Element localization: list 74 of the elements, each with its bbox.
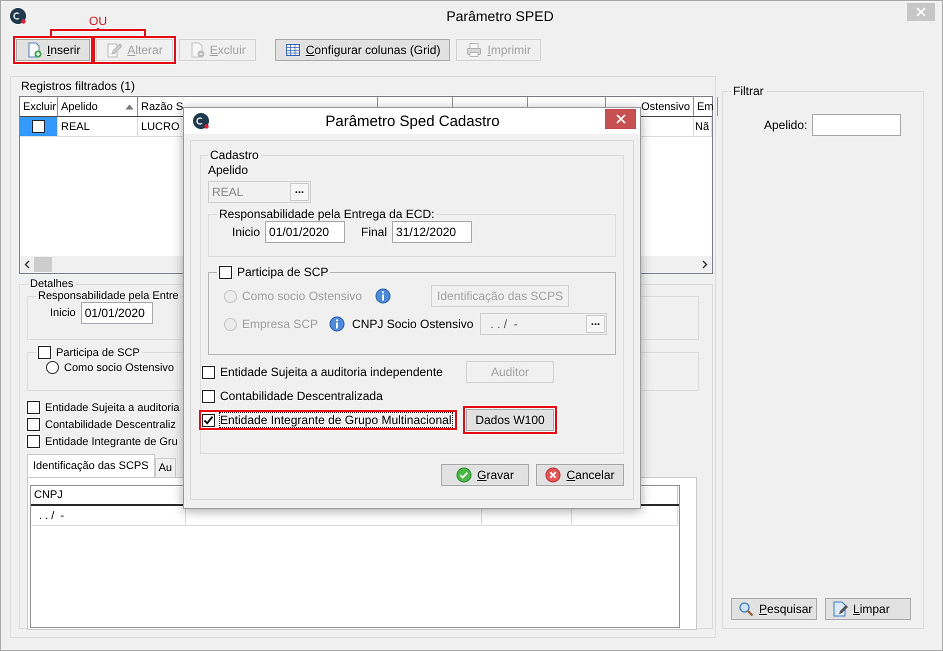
checkbox[interactable] — [27, 435, 40, 448]
date-field[interactable]: 01/01/2020 — [265, 221, 346, 243]
group-title: Detalhes — [29, 278, 74, 290]
field-label: Apelido: — [764, 118, 808, 132]
date-field[interactable]: 01/01/2020 — [80, 302, 153, 324]
date-field[interactable]: 31/12/2020 — [392, 221, 472, 243]
radio-button[interactable] — [46, 361, 59, 374]
clear-button[interactable]: Limpar — [825, 598, 911, 620]
radio-label: Como socio Ostensivo — [64, 362, 174, 374]
field-label: CNPJ Socio Ostensivo — [352, 317, 474, 331]
checkbox[interactable] — [27, 401, 40, 414]
info-icon — [375, 288, 392, 304]
search-button[interactable]: Pesquisar — [731, 598, 817, 620]
group-title: Filtrar — [732, 84, 765, 98]
new-button[interactable]: Inserir — [16, 39, 90, 61]
table-icon — [284, 42, 301, 58]
checkbox[interactable] — [27, 418, 40, 431]
checkbox-label: Participa de SCP — [237, 265, 328, 279]
checkbox-label: Entidade Sujeita a auditoria independente — [220, 365, 443, 379]
checkbox-label: Entidade Integrante de Grupo Multinacional — [220, 413, 452, 427]
column-header[interactable]: Apelido — [58, 97, 138, 116]
lookup-button[interactable]: ... — [586, 315, 605, 333]
checkbox[interactable] — [202, 366, 215, 378]
sort-arrow-icon — [125, 104, 134, 110]
cancel-button[interactable]: Cancelar — [536, 464, 624, 486]
cnpj-field[interactable]: . . / - ... — [480, 313, 607, 335]
tab[interactable]: Au — [154, 458, 176, 477]
checkbox[interactable] — [202, 414, 215, 426]
app-logo-icon — [192, 112, 210, 130]
radio-label: Como socio Ostensivo — [242, 289, 362, 303]
tab[interactable]: Identificação das SCPS — [27, 454, 155, 477]
cancel-circle-icon — [545, 467, 562, 483]
document-pencil-icon — [832, 601, 848, 617]
close-icon — [916, 6, 926, 16]
edit-document-icon — [106, 42, 122, 58]
grid-button[interactable]: Configurar colunas (Grid) — [274, 39, 450, 61]
close-icon — [616, 114, 626, 124]
group-title: Registros filtrados (1) — [21, 79, 136, 93]
annotation-label: OU — [89, 14, 107, 28]
table-cell: REAL — [58, 117, 138, 137]
text-field[interactable] — [812, 114, 902, 136]
close-button[interactable] — [605, 108, 636, 128]
checkbox[interactable] — [32, 120, 45, 133]
table-cell: . . / - — [31, 506, 186, 526]
checkbox-label: Participa de SCP — [56, 346, 140, 358]
group-title: Cadastro — [209, 148, 260, 162]
checkbox[interactable] — [38, 346, 51, 359]
window-title: Parâmetro SPED — [446, 8, 554, 24]
scrollbar-thumb[interactable] — [34, 257, 52, 272]
field-label: Inicio — [50, 307, 76, 319]
radio-label: Empresa SCP — [242, 317, 318, 331]
check-circle-icon — [456, 467, 472, 483]
search-icon — [738, 601, 754, 617]
app-logo-icon — [9, 6, 27, 24]
column-header[interactable]: Em — [694, 97, 718, 116]
field-label: Final — [361, 225, 388, 239]
info-icon — [329, 316, 346, 332]
group-title: Responsabilidade pela Entrega da ECD: — [218, 207, 436, 221]
checkbox-label: Contabilidade Descentraliz — [45, 418, 176, 430]
group-title: Responsabilidade pela Entre — [37, 290, 180, 302]
checkbox-label: Contabilidade Descentralizada — [220, 389, 383, 403]
new-document-icon — [26, 42, 42, 58]
checkbox[interactable] — [202, 390, 215, 402]
column-header[interactable]: Excluir — [20, 97, 58, 116]
data-button[interactable]: Dados W100 — [466, 409, 554, 431]
printer-icon — [466, 42, 482, 58]
field-label: Apelido — [208, 163, 250, 177]
checkbox-label: Entidade Sujeita a auditoria — [45, 402, 180, 414]
table-cell: Nã — [694, 117, 712, 137]
save-button[interactable]: Gravar — [441, 464, 529, 486]
checkbox[interactable] — [219, 266, 232, 278]
field-label: Inicio — [232, 225, 260, 239]
delete-document-icon — [188, 42, 205, 58]
checkbox-label: Entidade Integrante de Gru — [45, 436, 178, 448]
